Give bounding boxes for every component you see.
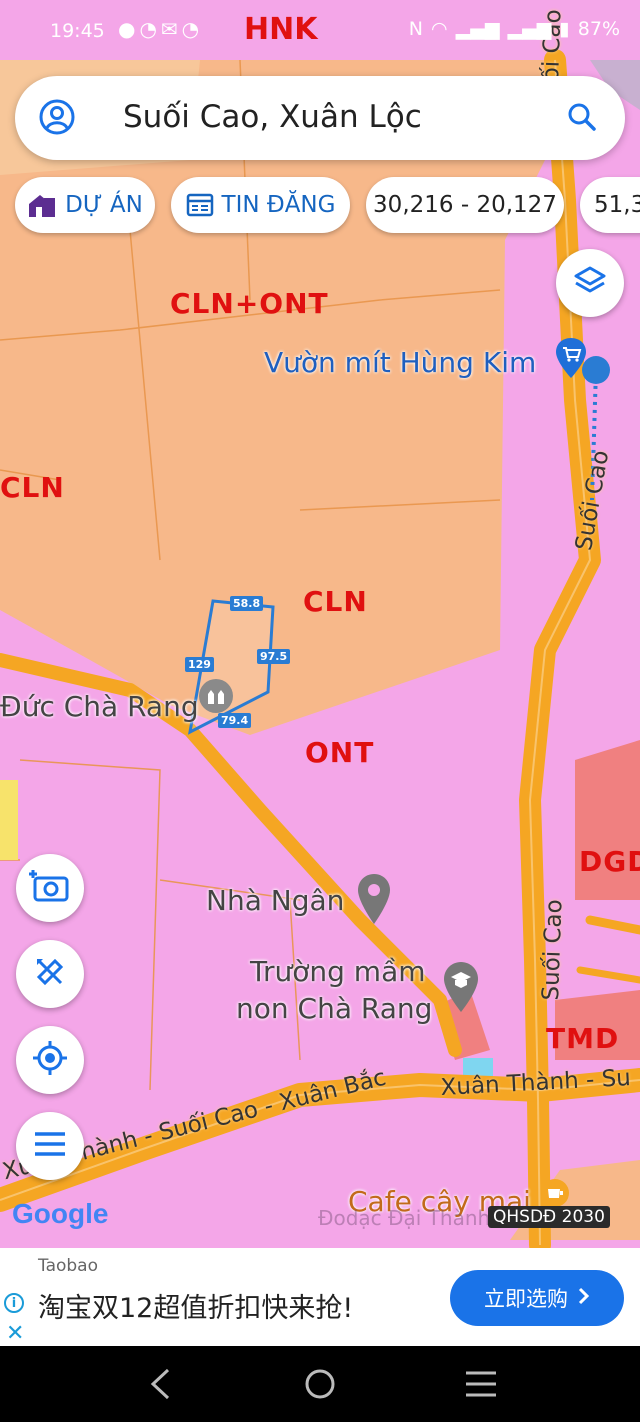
speed-icon: ◔ [139,17,161,41]
gps-target-icon [31,1039,69,1081]
ad-headline[interactable]: 淘宝双12超值折扣快来抢! [38,1286,353,1325]
chip-project-label: DỰ ÁN [65,192,143,218]
poi-school-line1[interactable]: Trường mầm [250,955,426,988]
watermark-text: Đodạc Đại Thành [318,1206,491,1230]
overlay-name-badge: QHSDĐ 2030 [488,1206,610,1228]
parcel-edge-right: 97.5 [257,649,291,664]
wifi-icon: ◠ [431,18,448,40]
camera-add-icon [29,868,71,908]
nfc-icon: N [408,18,424,40]
status-bar: 19:45 ●◔✉◔ HNK N ◠ ▂▄▆ ▂▄▆ ▮ 87% [0,0,640,62]
listing-icon [186,192,214,218]
signal-icon: ▂▄▆ [455,18,500,40]
home-icon[interactable] [304,1368,336,1404]
chip-coords2[interactable]: 51,3 [580,177,640,233]
camera-button[interactable] [16,854,84,922]
battery-icon: ▮ [559,18,570,40]
mail-icon: ✉ [160,17,182,41]
poi-school-line2[interactable]: non Chà Rang [236,992,432,1025]
recents-icon[interactable] [464,1370,498,1402]
poi-vuon-mit-label[interactable]: Vườn mít Hùng Kim [264,346,536,379]
chip-coords-label: 30,216 - 20,127 [373,192,557,218]
search-bar[interactable]: Suối Cao, Xuân Lộc [15,76,625,160]
poi-nha-ngan-label[interactable]: Nhà Ngân [206,884,344,917]
status-time: 19:45 [50,20,105,42]
poi-church-label[interactable]: Đức Chà Rang [0,690,199,723]
chevron-right-icon [578,1286,590,1310]
layers-button[interactable] [556,249,624,317]
zone-label-cln-left: CLN [0,471,65,504]
ad-banner[interactable]: Taobao 淘宝双12超值折扣快来抢! 立即选购 i ✕ [0,1248,640,1346]
chip-coords[interactable]: 30,216 - 20,127 [366,177,564,233]
clock-icon: ◔ [181,17,204,41]
system-nav-bar [0,1346,640,1422]
ad-cta-label: 立即选购 [484,1287,568,1311]
chip-listing[interactable]: TIN ĐĂNG [171,177,350,233]
ad-brand: Taobao [38,1256,98,1276]
notification-icons: ●◔✉◔ [118,17,203,41]
zone-label-tmd: TMD [546,1022,620,1055]
zone-label-cln-center: CLN [303,585,368,618]
chat-icon: ● [118,17,140,41]
chip-coords2-label: 51,3 [594,192,640,218]
signal2-icon: ▂▄▆ [507,18,552,40]
menu-button[interactable] [16,1112,84,1180]
measure-button[interactable] [16,940,84,1008]
back-icon[interactable] [148,1368,172,1404]
zone-label-dgd: DGD [579,845,640,878]
ruler-pencil-icon [33,955,67,993]
road-label-suoi-cao-low: Suối Cao [538,898,568,1001]
carrier-text: HNK [244,12,318,47]
battery-percent: 87% [577,18,620,40]
layers-icon [573,264,607,302]
search-icon[interactable] [567,102,597,136]
ad-close-icon[interactable]: ✕ [6,1321,24,1346]
search-input[interactable]: Suối Cao, Xuân Lộc [123,99,422,135]
chip-listing-label: TIN ĐĂNG [221,192,336,218]
chip-project[interactable]: DỰ ÁN [15,177,155,233]
zone-label-ont: ONT [305,736,375,769]
ad-info-icon[interactable]: i [4,1293,24,1313]
parcel-edge-left: 129 [185,657,214,672]
hamburger-icon [33,1131,67,1161]
google-logo: Google [12,1198,109,1229]
account-icon[interactable] [39,99,75,139]
zone-label-cln-ont: CLN+ONT [170,287,329,320]
parcel-edge-bottom: 79.4 [218,713,252,728]
house-icon [27,192,57,218]
ad-cta-button[interactable]: 立即选购 [450,1270,624,1326]
status-right: N ◠ ▂▄▆ ▂▄▆ ▮ 87% [409,18,620,40]
my-location-button[interactable] [16,1026,84,1094]
parcel-edge-top: 58.8 [230,596,264,611]
